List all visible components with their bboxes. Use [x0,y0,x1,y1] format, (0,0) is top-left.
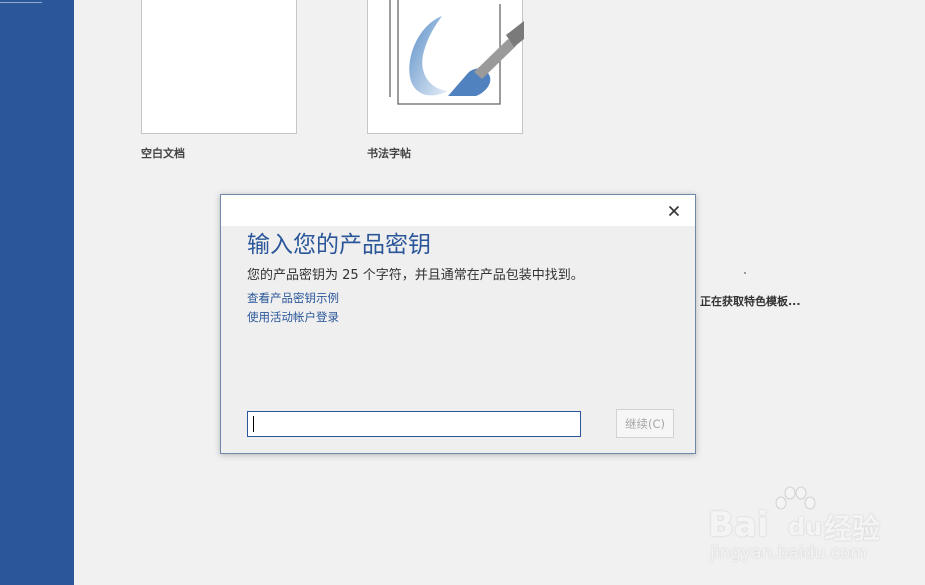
text-caret [253,416,254,432]
sign-in-active-account-link[interactable]: 使用活动帐户登录 [247,309,339,325]
dialog-title: 输入您的产品密钥 [247,232,431,258]
calligraphy-brush-icon [389,0,524,105]
template-label-calligraphy: 书法字帖 [367,147,411,160]
watermark-brand: Bai [708,505,769,545]
continue-button[interactable]: 继续(C) [616,409,674,438]
paw-logo-icon [775,486,816,510]
close-icon[interactable] [667,203,681,217]
dialog-description: 您的产品密钥为 25 个字符，并且通常在产品包装中找到。 [247,268,584,283]
view-key-example-link[interactable]: 查看产品密钥示例 [247,290,339,306]
sidebar-selection-indicator [0,2,42,3]
product-key-dialog: 输入您的产品密钥 您的产品密钥为 25 个字符，并且通常在产品包装中找到。 查看… [220,194,696,454]
loading-featured-templates-text: 正在获取特色模板... [700,295,801,308]
watermark-brand-cn: 经验 [824,512,881,545]
watermark-url: jingyan.baidu.com [710,543,867,563]
backstage-sidebar [0,0,74,585]
product-key-input[interactable] [247,411,581,437]
template-label-blank: 空白文档 [141,147,185,160]
calligraphy-thumbnail[interactable] [367,0,524,134]
blank-document-thumbnail[interactable] [141,0,297,134]
baidu-watermark: Bai du 经验 jingyan.baidu.com [706,485,906,575]
loading-spinner-icon [744,272,746,274]
dialog-titlebar [221,195,695,226]
watermark-brand-suffix: du [788,513,823,541]
